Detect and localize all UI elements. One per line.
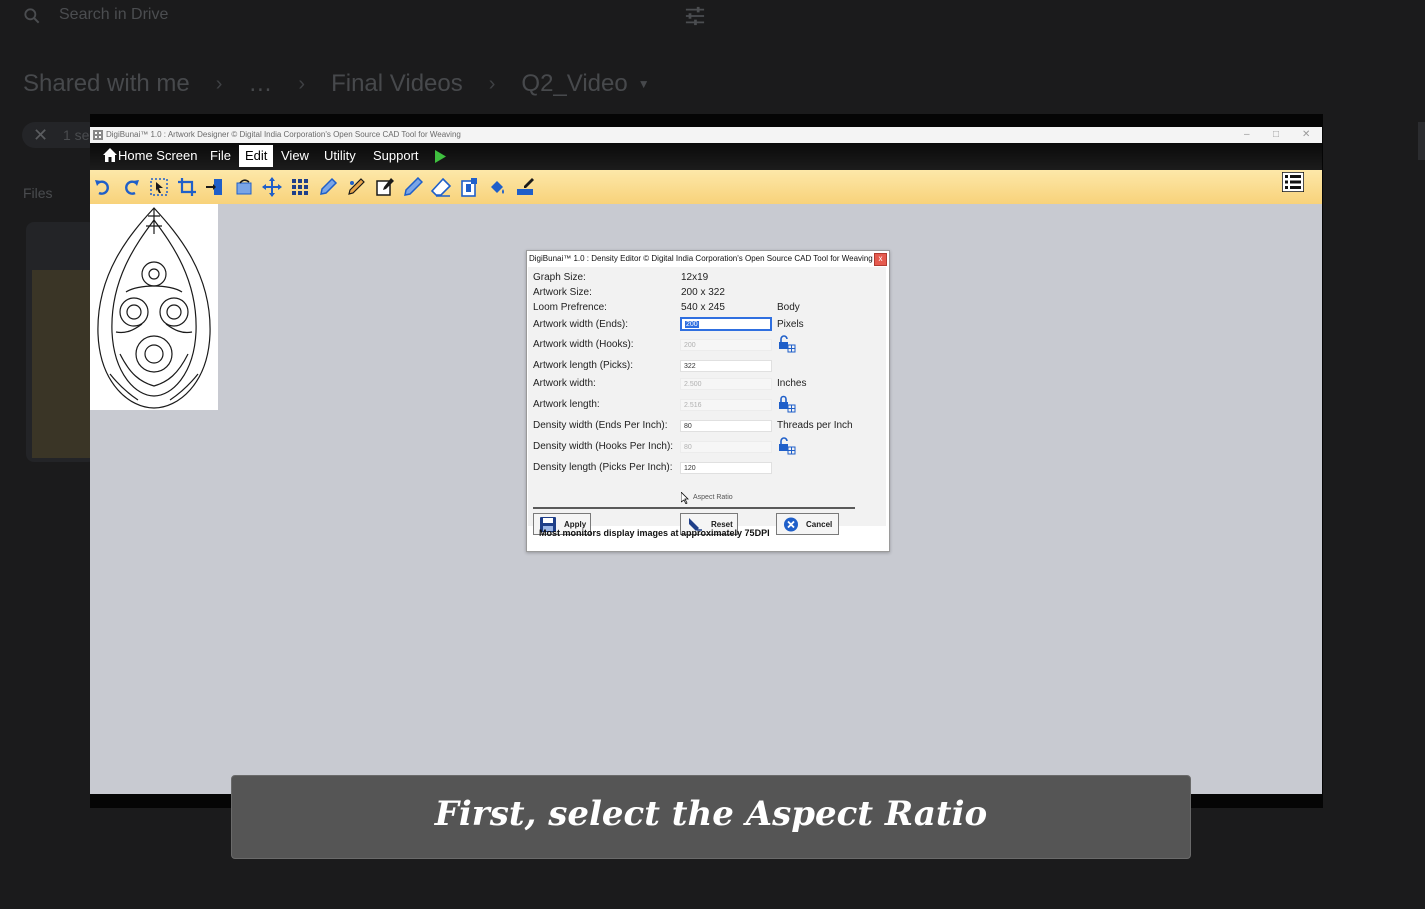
unlock-icon[interactable]	[778, 335, 796, 353]
chevron-right-icon: ›	[298, 72, 306, 95]
files-heading: Files	[23, 185, 53, 201]
artwork-width-label: Artwork width:	[533, 378, 596, 389]
dialog-body: Graph Size: 12x19 Artwork Size: 200 x 32…	[528, 267, 886, 535]
pencil-icon[interactable]	[403, 177, 423, 197]
grid-icon[interactable]	[290, 177, 310, 197]
search-options-icon[interactable]	[684, 6, 706, 26]
artwork-width-ends-label: Artwork width (Ends):	[533, 319, 629, 330]
artwork-width-ends-input[interactable]: 200	[680, 317, 772, 331]
brush-icon[interactable]	[516, 177, 536, 197]
breadcrumb-final-videos[interactable]: Final Videos	[331, 70, 463, 98]
menu-edit[interactable]: Edit	[239, 145, 274, 167]
undo-icon[interactable]	[93, 177, 113, 197]
play-icon[interactable]	[434, 150, 446, 163]
artwork-size-value: 200 x 322	[681, 287, 725, 298]
menu-file[interactable]: File	[210, 148, 231, 163]
app-titlebar: DigiBunai™ 1.0 : Artwork Designer © Digi…	[90, 127, 1322, 143]
selection-count: 1 se	[63, 127, 90, 143]
loom-preference-label: Loom Prefrence:	[533, 302, 607, 313]
artwork-length-input[interactable]: 2.516	[680, 399, 772, 411]
artwork-length-label: Artwork length:	[533, 399, 600, 410]
home-icon[interactable]	[102, 147, 118, 163]
caption-text: First, select the Aspect Ratio	[434, 794, 988, 834]
density-width-ends-input[interactable]: 80	[680, 420, 772, 432]
density-width-hooks-label: Density width (Hooks Per Inch):	[533, 441, 674, 452]
loom-preference-unit: Body	[777, 302, 800, 313]
dialog-title: DigiBunai™ 1.0 : Density Editor © Digita…	[529, 254, 873, 263]
menu-utility[interactable]: Utility	[324, 148, 356, 163]
mouse-cursor-icon	[681, 492, 689, 504]
density-length-picks-label: Density length (Picks Per Inch):	[533, 462, 673, 473]
dialog-close-button[interactable]: x	[874, 253, 887, 266]
fill-icon[interactable]	[487, 177, 507, 197]
dialog-titlebar: DigiBunai™ 1.0 : Density Editor © Digita…	[527, 251, 889, 267]
graph-size-label: Graph Size:	[533, 272, 586, 283]
lock-icon[interactable]	[778, 395, 796, 413]
crop-icon[interactable]	[177, 177, 197, 197]
close-icon[interactable]: ✕	[33, 125, 48, 146]
artwork-length-picks-input[interactable]: 322	[680, 360, 772, 372]
resize-icon[interactable]	[205, 177, 225, 197]
artwork-length-picks-label: Artwork length (Picks):	[533, 360, 634, 371]
list-menu-icon[interactable]	[1282, 172, 1304, 192]
chevron-right-icon: ›	[488, 72, 496, 95]
search-input[interactable]: Search in Drive	[59, 6, 168, 24]
artwork-width-hooks-label: Artwork width (Hooks):	[533, 339, 634, 350]
menu-view[interactable]: View	[281, 148, 309, 163]
dpi-note: Most monitors display images at approxim…	[539, 528, 770, 538]
artwork-width-input[interactable]: 2.500	[680, 378, 772, 390]
unlock-icon[interactable]	[778, 437, 796, 455]
rotate-icon[interactable]	[234, 177, 254, 197]
graph-size-value: 12x19	[681, 272, 709, 283]
breadcrumb: Shared with me › … › Final Videos › Q2_V…	[23, 68, 650, 100]
maximize-icon[interactable]: □	[1273, 127, 1279, 143]
toolbar	[90, 170, 1322, 206]
artwork-size-label: Artwork Size:	[533, 287, 592, 298]
caret-down-icon[interactable]: ▼	[638, 77, 650, 91]
search-icon[interactable]	[22, 6, 42, 26]
file-thumbnail[interactable]	[32, 270, 96, 458]
menubar: Home Screen File Edit View Utility Suppo…	[90, 143, 1322, 170]
clipboard-icon[interactable]	[459, 177, 479, 197]
breadcrumb-current-folder[interactable]: Q2_Video	[521, 70, 627, 98]
app-logo-icon	[93, 130, 103, 140]
cancel-button[interactable]: Cancel	[776, 513, 839, 535]
menu-home-screen[interactable]: Home Screen	[118, 148, 197, 163]
chevron-right-icon: ›	[215, 72, 223, 95]
density-width-hooks-input[interactable]: 80	[680, 441, 772, 453]
paisley-artwork-icon	[97, 207, 211, 409]
eraser-icon[interactable]	[431, 177, 451, 197]
dialog-divider	[533, 507, 855, 509]
artwork-width-hooks-input[interactable]: 200	[680, 339, 772, 351]
aspect-ratio-checkbox[interactable]: Aspect Ratio	[693, 494, 733, 501]
side-panel-edge	[1418, 122, 1425, 160]
app-window-title: DigiBunai™ 1.0 : Artwork Designer © Digi…	[106, 130, 461, 139]
video-frame[interactable]: DigiBunai™ 1.0 : Artwork Designer © Digi…	[90, 114, 1323, 859]
cancel-icon	[784, 517, 798, 532]
pixels-unit: Pixels	[777, 319, 804, 330]
select-icon[interactable]	[149, 177, 169, 197]
minimize-icon[interactable]: –	[1244, 127, 1250, 143]
design-canvas[interactable]: DigiBunai™ 1.0 : Density Editor © Digita…	[90, 204, 1322, 859]
breadcrumb-shared[interactable]: Shared with me	[23, 70, 190, 98]
redo-icon[interactable]	[121, 177, 141, 197]
density-length-picks-input[interactable]: 120	[680, 462, 772, 474]
drive-header: Search in Drive	[0, 0, 1425, 36]
color-pick-icon[interactable]	[318, 177, 338, 197]
menu-support[interactable]: Support	[373, 148, 419, 163]
density-width-ends-label: Density width (Ends Per Inch):	[533, 420, 668, 431]
loom-preference-value: 540 x 245	[681, 302, 725, 313]
breadcrumb-ellipsis[interactable]: …	[248, 70, 272, 98]
window-close-icon[interactable]: ✕	[1302, 127, 1310, 143]
density-editor-dialog: DigiBunai™ 1.0 : Density Editor © Digita…	[526, 250, 890, 552]
video-caption: First, select the Aspect Ratio	[231, 775, 1191, 859]
inches-unit: Inches	[777, 378, 807, 389]
move-icon[interactable]	[262, 177, 282, 197]
threads-per-inch-unit: Threads per Inch	[777, 420, 853, 431]
artwork-preview	[90, 204, 218, 410]
edit-icon[interactable]	[375, 177, 395, 197]
palette-icon[interactable]	[346, 177, 366, 197]
